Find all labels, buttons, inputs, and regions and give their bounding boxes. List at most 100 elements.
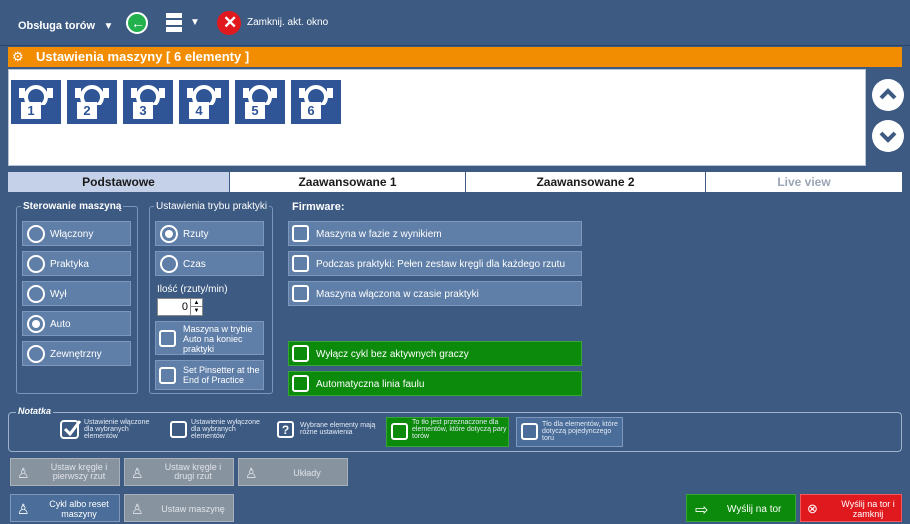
radio-rzuty[interactable]: Rzuty: [155, 221, 264, 246]
checkbox-icon: [292, 255, 309, 272]
machine-tile-4[interactable]: 4: [179, 80, 229, 124]
radio-zewnetrzny[interactable]: Zewnętrzny: [22, 341, 131, 366]
firmware-disable-cycle[interactable]: Wyłącz cykl bez aktywnych graczy: [288, 341, 582, 366]
tile-number: 5: [245, 102, 265, 119]
checkbox-label: Wyłącz cykl bez aktywnych graczy: [316, 349, 469, 360]
scroll-up-button[interactable]: [872, 79, 904, 111]
firmware-title: Firmware:: [292, 201, 345, 213]
set-machine-button[interactable]: ♙ Ustaw maszynę: [124, 494, 234, 522]
ilosc-value: 0: [181, 301, 188, 313]
tryb-title: Ustawienia trybu praktyki: [154, 201, 270, 212]
tile-number: 4: [189, 102, 209, 119]
legend-pair-label: To tło jest przeznaczone dla elementów, …: [412, 419, 507, 440]
machine-tile-3[interactable]: 3: [123, 80, 173, 124]
tab-zaawansowane-1[interactable]: Zaawansowane 1: [230, 172, 466, 192]
tile-number: 2: [77, 102, 97, 119]
checkbox-icon: [292, 375, 309, 392]
send-and-close-button[interactable]: ⊗ Wyślij na tor i zamknij: [800, 494, 902, 522]
chevron-down-icon: ▼: [103, 21, 114, 32]
check-auto-end-practice[interactable]: Maszyna w trybie Auto na koniec praktyki: [155, 321, 264, 355]
radio-label: Czas: [183, 259, 206, 270]
firmware-full-rack[interactable]: Podczas praktyki: Pełen zestaw kręgli dl…: [288, 251, 582, 276]
checkbox-label: Maszyna włączona w czasie praktyki: [316, 289, 479, 300]
checkbox-icon: [292, 285, 309, 302]
title-bar: ⚙ Ustawienia maszyny [ 6 elementy ]: [8, 47, 902, 67]
set-pins-first-throw-button[interactable]: ♙ Ustaw kręgle i pierwszy rzut: [10, 458, 120, 486]
button-label: Cykl albo reset maszyny: [49, 499, 109, 519]
server-icon[interactable]: [164, 12, 186, 34]
gear-icon: ⚙: [12, 49, 24, 64]
radio-selected-icon: [27, 315, 45, 333]
checkbox-icon: [521, 423, 538, 440]
page-title: Ustawienia maszyny [ 6 elementy ]: [36, 49, 250, 64]
radio-selected-icon: [160, 225, 178, 243]
ilosc-label: Ilość (rzuty/min): [157, 284, 228, 295]
radio-label: Wył: [50, 289, 67, 300]
tab-live-view[interactable]: Live view: [706, 172, 902, 192]
radio-label: Zewnętrzny: [50, 349, 102, 360]
pins-icon: ♙: [245, 465, 258, 481]
radio-label: Praktyka: [50, 259, 89, 270]
send-to-lane-button[interactable]: ⇨ Wyślij na tor: [686, 494, 796, 522]
back-icon[interactable]: ←: [126, 12, 148, 34]
machine-tile-6[interactable]: 6: [291, 80, 341, 124]
lane-menu-label: Obsługa torów: [18, 20, 95, 32]
decrement-icon[interactable]: ▼: [190, 307, 202, 315]
close-window-icon[interactable]: ✕: [217, 11, 241, 35]
radio-auto[interactable]: Auto: [22, 311, 131, 336]
check-set-pinsetter[interactable]: Set Pinsetter at the End of Practice: [155, 360, 264, 390]
firmware-machine-on-practice[interactable]: Maszyna włączona w czasie praktyki: [288, 281, 582, 306]
unchecked-box-icon: [170, 421, 187, 438]
legend-off: Ustawienie wyłączone dla wybranych eleme…: [191, 419, 260, 440]
set-pins-second-throw-button[interactable]: ♙ Ustaw kręgle i drugi rzut: [124, 458, 234, 486]
increment-icon[interactable]: ▲: [190, 299, 202, 307]
checkbox-icon: [292, 225, 309, 242]
firmware-auto-foul-line[interactable]: Automatyczna linia faulu: [288, 371, 582, 396]
checked-box-icon: [60, 420, 82, 439]
tile-number: 6: [301, 102, 321, 119]
radio-icon: [27, 225, 45, 243]
checkbox-icon: [391, 423, 408, 440]
checkbox-icon: [159, 330, 176, 347]
machine-tile-5[interactable]: 5: [235, 80, 285, 124]
legend-on: Ustawienie włączone dla wybranych elemen…: [84, 419, 150, 440]
button-label: Ustaw kręgle i pierwszy rzut: [50, 462, 108, 481]
radio-icon: [160, 255, 178, 273]
radio-czas[interactable]: Czas: [155, 251, 264, 276]
button-label: Wyślij na tor: [727, 504, 782, 515]
cycle-reset-button[interactable]: ♙ Cykl albo reset maszyny: [10, 494, 120, 522]
close-window-label[interactable]: Zamknij. akt. okno: [247, 17, 328, 28]
chevron-down-icon[interactable]: ▼: [190, 17, 200, 28]
legend-mixed: Wybrane elementy mają różne ustawienia: [300, 422, 376, 436]
tab-zaawansowane-2[interactable]: Zaawansowane 2: [466, 172, 706, 192]
toolbar: Obsługa torów ▼ ← ▼ ✕ Zamknij. akt. okno: [0, 0, 910, 46]
machine-tiles-panel: 1 2 3 4 5 6: [8, 69, 866, 166]
tile-number: 1: [21, 102, 41, 119]
legend-title: Notatka: [16, 406, 54, 416]
scroll-down-button[interactable]: [872, 120, 904, 152]
machine-tile-2[interactable]: 2: [67, 80, 117, 124]
radio-label: Rzuty: [183, 229, 209, 240]
radio-icon: [27, 255, 45, 273]
radio-icon: [27, 345, 45, 363]
ilosc-stepper[interactable]: 0 ▲ ▼: [157, 298, 203, 316]
checkbox-icon: [292, 345, 309, 362]
button-label: Ustaw kręgle i drugi rzut: [164, 462, 222, 481]
radio-praktyka[interactable]: Praktyka: [22, 251, 131, 276]
checkbox-label: Maszyna w fazie z wynikiem: [316, 229, 442, 240]
tab-podstawowe[interactable]: Podstawowe: [8, 172, 230, 192]
tab-bar: Podstawowe Zaawansowane 1 Zaawansowane 2…: [8, 172, 902, 192]
radio-wyl[interactable]: Wył: [22, 281, 131, 306]
button-label: Ustaw maszynę: [161, 504, 225, 514]
tile-number: 3: [133, 102, 153, 119]
checkbox-label: Podczas praktyki: Pełen zestaw kręgli dl…: [316, 259, 566, 270]
radio-icon: [27, 285, 45, 303]
machine-tile-1[interactable]: 1: [11, 80, 61, 124]
firmware-scoring-phase[interactable]: Maszyna w fazie z wynikiem: [288, 221, 582, 246]
radio-wlaczony[interactable]: Włączony: [22, 221, 131, 246]
legend-pair-lanes: To tło jest przeznaczone dla elementów, …: [386, 417, 509, 447]
radio-label: Włączony: [50, 229, 94, 240]
sterowanie-title: Sterowanie maszyną: [21, 201, 124, 212]
lane-menu[interactable]: Obsługa torów ▼: [18, 16, 113, 34]
layouts-button[interactable]: ♙ Układy: [238, 458, 348, 486]
